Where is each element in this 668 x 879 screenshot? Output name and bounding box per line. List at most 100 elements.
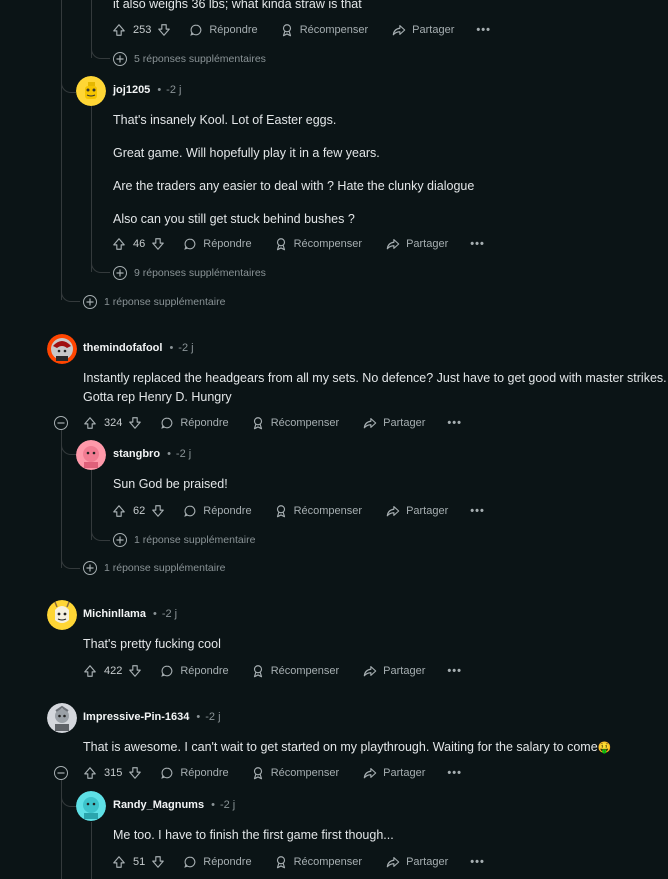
comment-body: it also weighs 36 lbs; what kinda straw … (113, 0, 362, 14)
username-link[interactable]: joj1205 (113, 84, 150, 96)
more-options-button[interactable]: ••• (470, 238, 485, 250)
timestamp[interactable]: -2 j (162, 608, 177, 620)
comment-actions: 51 Répondre Récompenser Partager ••• (112, 851, 485, 873)
share-button[interactable]: Partager (386, 237, 448, 251)
reply-button[interactable]: Répondre (183, 237, 252, 251)
thread-line (91, 106, 92, 272)
comment-meta: Impressive-Pin-1634 • -2 j (83, 711, 221, 723)
timestamp[interactable]: -2 j (220, 799, 235, 811)
comment-body: Me too. I have to finish the first game … (113, 826, 394, 845)
downvote-button[interactable] (151, 237, 165, 251)
comment-body: That's pretty fucking cool (83, 635, 221, 654)
username-link[interactable]: Impressive-Pin-1634 (83, 711, 189, 723)
timestamp[interactable]: -2 j (166, 84, 181, 96)
more-replies-button[interactable]: 1 réponse supplémentaire (83, 561, 225, 575)
avatar[interactable] (76, 791, 106, 821)
upvote-button[interactable] (83, 766, 97, 780)
more-options-button[interactable]: ••• (447, 665, 462, 677)
comment-actions: 253 Répondre Récompenser Partager ••• (112, 19, 491, 41)
timestamp[interactable]: -2 j (205, 711, 220, 723)
arrow-down-icon (152, 505, 165, 517)
award-button[interactable]: Récompenser (251, 416, 339, 430)
share-button[interactable]: Partager (386, 855, 448, 869)
vote-count: 62 (133, 505, 146, 517)
arrow-up-icon (113, 24, 125, 36)
timestamp[interactable]: -2 j (176, 448, 191, 460)
more-options-button[interactable]: ••• (470, 856, 485, 868)
share-icon (386, 239, 400, 250)
speech-bubble-icon (161, 417, 173, 429)
comment-actions: 324 Répondre Récompenser Partager ••• (83, 412, 462, 434)
vote-count: 253 (133, 24, 152, 36)
username-link[interactable]: stangbro (113, 448, 160, 460)
award-button[interactable]: Récompenser (251, 664, 339, 678)
upvote-button[interactable] (112, 504, 126, 518)
share-button[interactable]: Partager (392, 23, 454, 37)
award-button[interactable]: Récompenser (280, 23, 368, 37)
award-icon (282, 24, 291, 37)
upvote-button[interactable] (83, 416, 97, 430)
award-icon (276, 856, 285, 869)
plus-icon (113, 266, 127, 280)
share-button[interactable]: Partager (363, 664, 425, 678)
plus-icon (113, 52, 127, 66)
arrow-down-icon (152, 238, 165, 250)
avatar[interactable] (76, 440, 106, 470)
upvote-button[interactable] (112, 855, 126, 869)
collapse-thread-button[interactable] (54, 416, 68, 430)
arrow-up-icon (113, 505, 125, 517)
more-replies-button[interactable]: 1 réponse supplémentaire (83, 295, 225, 309)
more-options-button[interactable]: ••• (476, 24, 491, 36)
downvote-button[interactable] (151, 855, 165, 869)
share-icon (386, 506, 400, 517)
more-replies-button[interactable]: 9 réponses supplémentaires (113, 266, 266, 280)
downvote-button[interactable] (128, 766, 142, 780)
timestamp[interactable]: -2 j (178, 342, 193, 354)
username-link[interactable]: Randy_Magnums (113, 799, 204, 811)
username-link[interactable]: themindofafool (83, 342, 162, 354)
comment-text: it also weighs 36 lbs; what kinda straw … (113, 0, 362, 11)
award-button[interactable]: Récompenser (274, 855, 362, 869)
downvote-button[interactable] (151, 504, 165, 518)
reply-button[interactable]: Répondre (160, 664, 229, 678)
comment-text: That's insanely Kool. Lot of Easter eggs… (113, 113, 337, 127)
upvote-button[interactable] (112, 23, 126, 37)
comment-text: Great game. Will hopefully play it in a … (113, 146, 380, 160)
username-link[interactable]: Michinllama (83, 608, 146, 620)
more-options-button[interactable]: ••• (447, 417, 462, 429)
award-button[interactable]: Récompenser (274, 237, 362, 251)
comment-meta: Randy_Magnums • -2 j (113, 799, 236, 811)
comment-actions: 422 Répondre Récompenser Partager ••• (83, 660, 462, 682)
more-options-button[interactable]: ••• (470, 505, 485, 517)
reply-button[interactable]: Répondre (160, 766, 229, 780)
reply-button[interactable]: Répondre (189, 23, 258, 37)
more-replies-button[interactable]: 1 réponse supplémentaire (113, 533, 255, 547)
more-replies-button[interactable]: 5 réponses supplémentaires (113, 52, 266, 66)
downvote-button[interactable] (128, 416, 142, 430)
reply-button[interactable]: Répondre (160, 416, 229, 430)
reply-button[interactable]: Répondre (183, 504, 252, 518)
award-button[interactable]: Récompenser (251, 766, 339, 780)
avatar[interactable] (47, 600, 77, 630)
avatar[interactable] (47, 334, 77, 364)
comment-actions: 46 Répondre Récompenser Partager ••• (112, 233, 485, 255)
comment-body: Sun God be praised! (113, 475, 228, 494)
share-icon (363, 418, 377, 429)
upvote-button[interactable] (83, 664, 97, 678)
award-button[interactable]: Récompenser (274, 504, 362, 518)
upvote-button[interactable] (112, 237, 126, 251)
avatar[interactable] (47, 703, 77, 733)
avatar[interactable] (76, 76, 106, 106)
thread-line (61, 0, 62, 300)
share-button[interactable]: Partager (386, 504, 448, 518)
collapse-thread-button[interactable] (54, 766, 68, 780)
arrow-up-icon (84, 665, 96, 677)
share-button[interactable]: Partager (363, 766, 425, 780)
minus-icon (57, 422, 65, 424)
more-options-button[interactable]: ••• (447, 767, 462, 779)
reply-button[interactable]: Répondre (183, 855, 252, 869)
share-button[interactable]: Partager (363, 416, 425, 430)
downvote-button[interactable] (157, 23, 171, 37)
thread-elbow (61, 438, 76, 455)
downvote-button[interactable] (128, 664, 142, 678)
